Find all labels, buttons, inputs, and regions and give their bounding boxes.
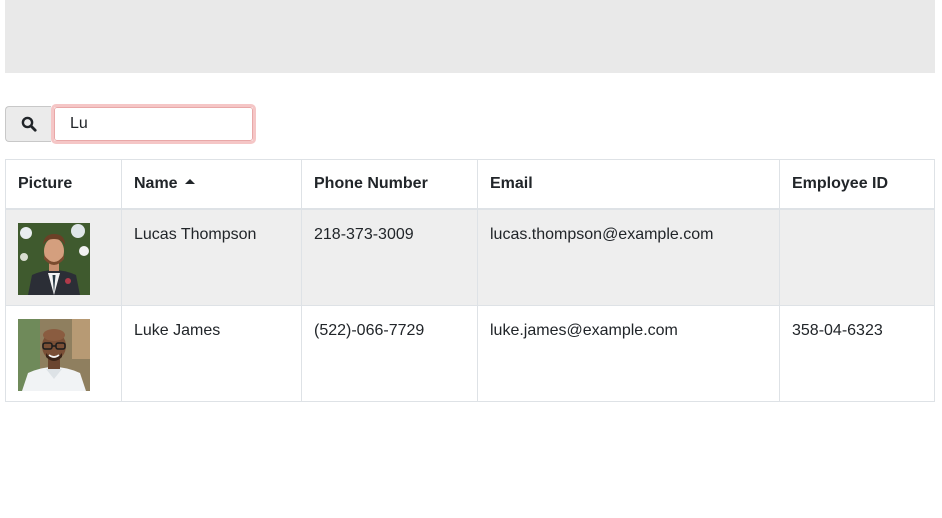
column-header-label: Picture (18, 175, 73, 192)
column-header-label: Phone Number (314, 175, 428, 192)
column-header-employee-id[interactable]: Employee ID (779, 159, 935, 210)
cell-employee-id (779, 208, 935, 306)
avatar (18, 223, 90, 295)
cell-phone: (522)-066-7729 (301, 304, 478, 402)
column-header-picture[interactable]: Picture (5, 159, 122, 210)
column-header-label: Employee ID (792, 175, 889, 192)
cell-phone: 218-373-3009 (301, 208, 478, 306)
cell-name: Lucas Thompson (121, 208, 302, 306)
table-row[interactable]: Lucas Thompson 218-373-3009 lucas.thomps… (5, 208, 935, 306)
search-bar (5, 104, 256, 144)
column-header-phone[interactable]: Phone Number (301, 159, 478, 210)
search-icon (21, 116, 37, 132)
search-button[interactable] (5, 106, 51, 142)
sort-ascending-icon (184, 179, 195, 185)
column-header-label: Name (134, 175, 178, 192)
cell-picture (5, 304, 122, 402)
avatar (18, 318, 90, 391)
cell-email: lucas.thompson@example.com (477, 208, 780, 306)
header-band (5, 0, 935, 73)
cell-picture (5, 208, 122, 306)
column-header-label: Email (490, 175, 533, 192)
cell-email: luke.james@example.com (477, 304, 780, 402)
column-header-email[interactable]: Email (477, 159, 780, 210)
column-header-name[interactable]: Name (121, 159, 302, 210)
search-input-focus-ring (51, 104, 256, 144)
cell-employee-id: 358-04-6323 (779, 304, 935, 402)
cell-name: Luke James (121, 304, 302, 402)
table-row[interactable]: Luke James (522)-066-7729 luke.james@exa… (5, 304, 935, 402)
employee-table: Picture Name Phone Number Email Employee… (5, 159, 935, 402)
search-input[interactable] (54, 107, 253, 141)
table-header-row: Picture Name Phone Number Email Employee… (5, 159, 935, 210)
